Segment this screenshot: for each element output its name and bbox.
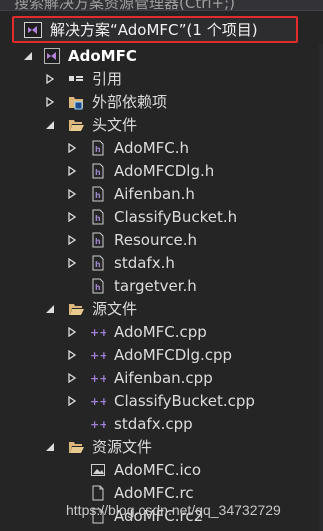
vc-project-icon xyxy=(44,47,60,64)
file-label: Aifenban.h xyxy=(114,184,195,203)
collapse-arrow-icon[interactable] xyxy=(44,441,56,453)
search-bar[interactable]: 搜索解决方案资源管理器(Ctrl+;) xyxy=(0,0,323,11)
source-file-item[interactable]: ++ AdoMFCDlg.cpp xyxy=(66,343,232,366)
project-node[interactable]: AdoMFC xyxy=(22,44,137,67)
header-file-icon: h xyxy=(90,186,106,202)
svg-text:h: h xyxy=(95,214,101,223)
file-label: stdafx.h xyxy=(114,253,175,272)
resource-file-item[interactable]: AdoMFC.rc xyxy=(66,481,194,504)
file-label: ClassifyBucket.cpp xyxy=(114,391,255,410)
solution-node[interactable]: 解决方案“AdoMFC”(1 个项目) xyxy=(12,16,298,43)
open-folder-icon xyxy=(68,301,84,317)
expand-arrow-icon[interactable] xyxy=(66,165,78,177)
image-file-icon xyxy=(90,462,106,478)
expand-arrow-icon[interactable] xyxy=(66,372,78,384)
file-label: ClassifyBucket.h xyxy=(114,207,238,226)
open-folder-icon xyxy=(68,117,84,133)
references-icon xyxy=(68,71,84,87)
expand-arrow-icon[interactable] xyxy=(66,349,78,361)
expand-arrow-icon[interactable] xyxy=(66,188,78,200)
source-folder-node[interactable]: 源文件 xyxy=(44,297,137,320)
source-file-item[interactable]: ++ ClassifyBucket.cpp xyxy=(66,389,255,412)
resource-file-item[interactable]: AdoMFC.ico xyxy=(66,458,201,481)
header-file-icon: h xyxy=(90,163,106,179)
solution-label: 解决方案“AdoMFC”(1 个项目) xyxy=(50,21,258,39)
svg-text:++: ++ xyxy=(90,326,106,339)
header-file-item[interactable]: h ClassifyBucket.h xyxy=(66,205,237,228)
header-file-item[interactable]: h targetver.h xyxy=(66,274,197,297)
external-deps-icon xyxy=(68,94,84,110)
svg-text:h: h xyxy=(95,145,101,154)
file-label: Resource.h xyxy=(114,230,198,249)
header-file-item[interactable]: h AdoMFC.h xyxy=(66,136,189,159)
header-file-item[interactable]: h stdafx.h xyxy=(66,251,175,274)
expand-arrow-icon[interactable] xyxy=(66,257,78,269)
file-label: Aifenban.cpp xyxy=(114,368,213,387)
svg-text:h: h xyxy=(95,283,101,292)
scrollbar-track[interactable] xyxy=(319,44,323,531)
source-file-item[interactable]: ++ Aifenban.cpp xyxy=(66,366,213,389)
cpp-file-icon: ++ xyxy=(90,393,106,409)
svg-text:++: ++ xyxy=(90,418,106,431)
solution-icon xyxy=(24,21,42,38)
expand-arrow-icon[interactable] xyxy=(66,211,78,223)
watermark-text: https://blog.csdn.net/qq_34732729 xyxy=(66,502,281,518)
resource-script-icon xyxy=(90,485,106,501)
svg-text:++: ++ xyxy=(90,372,106,385)
cpp-file-icon: ++ xyxy=(90,370,106,386)
expand-arrow-icon[interactable] xyxy=(44,73,56,85)
header-file-item[interactable]: h Resource.h xyxy=(66,228,197,251)
file-label: AdoMFC.rc xyxy=(114,483,194,502)
cpp-file-icon: ++ xyxy=(90,416,106,432)
expand-arrow-icon[interactable] xyxy=(66,142,78,154)
file-label: AdoMFCDlg.cpp xyxy=(114,345,233,364)
file-label: AdoMFCDlg.h xyxy=(114,161,215,180)
header-file-icon: h xyxy=(90,232,106,248)
cpp-file-icon: ++ xyxy=(90,347,106,363)
svg-text:h: h xyxy=(95,168,101,177)
header-folder-label: 头文件 xyxy=(92,116,138,134)
collapse-arrow-icon[interactable] xyxy=(44,303,56,315)
file-label: AdoMFC.cpp xyxy=(114,322,207,341)
open-folder-icon xyxy=(68,439,84,455)
expand-arrow-icon[interactable] xyxy=(66,326,78,338)
collapse-arrow-icon[interactable] xyxy=(44,119,56,131)
cpp-file-icon: ++ xyxy=(90,324,106,340)
header-folder-node[interactable]: 头文件 xyxy=(44,113,137,136)
search-placeholder: 搜索解决方案资源管理器(Ctrl+;) xyxy=(14,0,236,11)
external-deps-node[interactable]: 外部依赖项 xyxy=(44,90,167,113)
header-file-item[interactable]: h Aifenban.h xyxy=(66,182,195,205)
external-deps-label: 外部依赖项 xyxy=(92,93,168,111)
resource-folder-node[interactable]: 资源文件 xyxy=(44,435,152,458)
svg-text:h: h xyxy=(95,191,101,200)
file-label: AdoMFC.h xyxy=(114,138,190,157)
collapse-arrow-icon[interactable] xyxy=(22,50,34,62)
expand-arrow-icon[interactable] xyxy=(66,395,78,407)
references-label: 引用 xyxy=(92,70,123,88)
svg-text:h: h xyxy=(95,237,101,246)
svg-text:h: h xyxy=(95,260,101,269)
svg-text:++: ++ xyxy=(90,349,106,362)
header-file-icon: h xyxy=(90,278,106,294)
header-file-item[interactable]: h AdoMFCDlg.h xyxy=(66,159,214,182)
header-file-icon: h xyxy=(90,209,106,225)
file-label: AdoMFC.ico xyxy=(114,460,202,479)
expand-arrow-icon[interactable] xyxy=(66,234,78,246)
header-file-icon: h xyxy=(90,140,106,156)
expand-arrow-icon[interactable] xyxy=(44,96,56,108)
source-folder-label: 源文件 xyxy=(92,300,138,318)
svg-text:++: ++ xyxy=(90,395,106,408)
resource-folder-label: 资源文件 xyxy=(92,438,153,456)
header-file-icon: h xyxy=(90,255,106,271)
source-file-item[interactable]: ++ AdoMFC.cpp xyxy=(66,320,207,343)
file-label: targetver.h xyxy=(114,276,197,295)
file-label: stdafx.cpp xyxy=(114,414,193,433)
project-label: AdoMFC xyxy=(68,46,137,65)
source-file-item[interactable]: ++ stdafx.cpp xyxy=(66,412,193,435)
references-node[interactable]: 引用 xyxy=(44,67,122,90)
